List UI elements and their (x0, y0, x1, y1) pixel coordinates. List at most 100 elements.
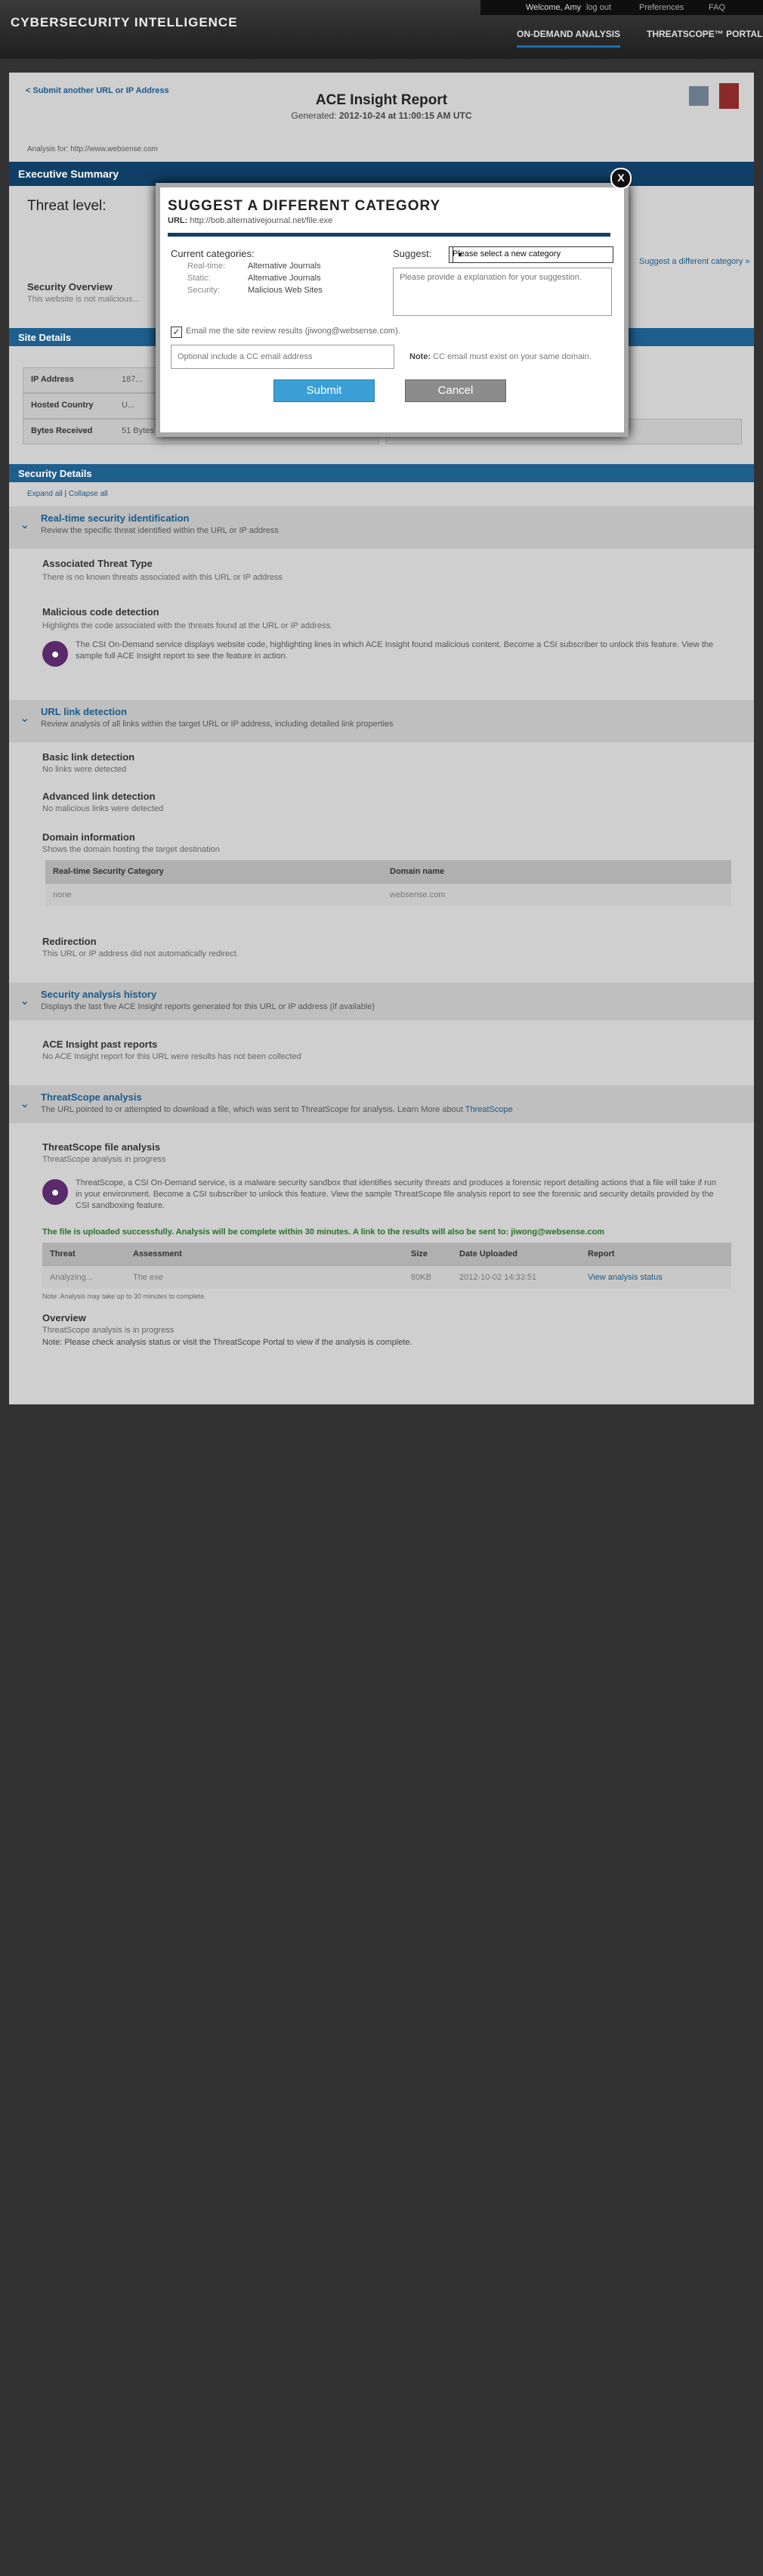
table-row: Analyzing... The exe 80KB 2012-10-02 14:… (42, 1265, 731, 1289)
chevron-down-icon: ▼ (453, 247, 467, 262)
generated-label: Generated: (291, 110, 337, 121)
executive-summary-title: Executive Summary (18, 168, 119, 180)
section-title: ThreatScope analysis (41, 1091, 142, 1103)
table-cell: 2012-10-02 14:33:51 (459, 1273, 537, 1282)
divider (168, 233, 610, 237)
malicious-code-title: Malicious code detection (42, 606, 159, 618)
threat-level-label: Threat level: (27, 198, 107, 214)
threat-level: Threat level: (27, 198, 107, 215)
malicious-code-info: ● The CSI On-Demand service displays web… (42, 638, 722, 673)
column-header: Real-time Security Category (53, 867, 164, 876)
cc-email-input[interactable] (171, 345, 394, 369)
dialog-url: URL: http://bob.alternativejournal.net/f… (168, 216, 332, 225)
collapse-all-link[interactable]: Collapse all (69, 490, 108, 498)
category-select-value: Please select a new category (453, 249, 561, 259)
table-cell: none (53, 890, 72, 899)
nav-on-demand-analysis[interactable]: ON-DEMAND ANALYSIS (517, 29, 621, 48)
column-header: Report (588, 1249, 615, 1259)
site-details-title: Site Details (18, 332, 72, 343)
security-value: Malicious Web Sites (248, 286, 323, 295)
security-details-header: Security Details (9, 464, 754, 482)
advanced-link-title: Advanced link detection (42, 791, 156, 802)
column-header: Domain name (390, 867, 445, 876)
cc-note-label: Note: (409, 352, 431, 361)
chevron-down-icon: ⌄ (20, 712, 30, 725)
faq-link[interactable]: FAQ (709, 3, 725, 12)
overview-text: ThreatScope analysis is in progress (42, 1326, 175, 1335)
category-select[interactable]: Please select a new category ▼ (449, 246, 613, 263)
section-title: Security analysis history (41, 989, 157, 1000)
threatscope-link[interactable]: ThreatScope (465, 1105, 513, 1114)
malicious-code-info-text: The CSI On-Demand service displays websi… (76, 640, 714, 661)
chevron-down-icon: ⌄ (20, 1098, 30, 1110)
site-detail-key: Hosted Country (31, 401, 94, 410)
cancel-button[interactable]: Cancel (405, 379, 506, 402)
explanation-textarea[interactable] (393, 268, 612, 316)
analysis-for: Analysis for: http://www.websense.com (27, 145, 158, 153)
cc-note-text: CC email must exist on your same domain. (433, 352, 592, 361)
section-title: URL link detection (41, 706, 127, 717)
close-icon[interactable]: X (610, 168, 632, 189)
site-detail-value: 51 Bytes (122, 426, 154, 435)
section-title: Real-time security identification (41, 512, 190, 524)
analysis-for-value: http://www.websense.com (70, 145, 158, 153)
lock-icon: ● (42, 1179, 68, 1205)
file-table-header: Threat Assessment Size Date Uploaded Rep… (42, 1243, 731, 1265)
domain-info-title: Domain information (42, 831, 135, 843)
preferences-link[interactable]: Preferences (639, 3, 684, 12)
logout-link[interactable]: log out (586, 3, 611, 12)
basic-link-text: No links were detected (42, 765, 127, 774)
email-results-checkbox[interactable]: ✓ (171, 327, 182, 338)
email-results-label: Email me the site review results (jiwong… (186, 327, 400, 336)
associated-threat-text: There is no known threats associated wit… (42, 573, 283, 582)
cc-note: Note: CC email must exist on your same d… (409, 352, 592, 361)
section-subtitle: The URL pointed to or attempted to downl… (41, 1105, 513, 1114)
site-detail-key: IP Address (31, 375, 74, 384)
current-categories-label: Current categories: (171, 248, 255, 259)
generated-value: 2012-10-24 at 11:00:15 AM UTC (338, 110, 472, 121)
section-security-history[interactable]: ⌄ Security analysis history Displays the… (9, 983, 754, 1020)
url-label: URL: (168, 216, 188, 225)
past-reports-text: No ACE Insight report for this URL were … (42, 1052, 301, 1061)
static-label: Static: (187, 274, 211, 283)
security-details-title: Security Details (18, 468, 92, 479)
ts-file-title: ThreatScope file analysis (42, 1141, 161, 1153)
nav-threatscope-portal[interactable]: THREATSCOPE™ PORTAL (647, 29, 763, 45)
section-realtime-security[interactable]: ⌄ Real-time security identification Revi… (9, 506, 754, 549)
print-icon[interactable] (689, 86, 709, 106)
table-cell: The exe (133, 1273, 163, 1282)
ts-info: ● ThreatScope, a CSI On-Demand service, … (42, 1176, 722, 1211)
security-overview-title: Security Overview (27, 281, 113, 293)
top-bar: CYBERSECURITY INTELLIGENCE Welcome, Amy … (0, 0, 763, 59)
domain-info-text: Shows the domain hosting the target dest… (42, 845, 220, 854)
view-analysis-status-link[interactable]: View analysis status (588, 1273, 663, 1282)
expand-all-link[interactable]: Expand all (27, 490, 63, 498)
site-detail-value: U... (122, 401, 135, 410)
table-row: none websense.com (45, 883, 731, 906)
pdf-icon[interactable] (719, 83, 739, 109)
section-subtitle: Review analysis of all links within the … (41, 720, 394, 729)
advanced-link-text: No malicious links were detected (42, 804, 164, 813)
realtime-value: Alternative Journals (248, 262, 321, 271)
domain-table-header: Real-time Security Category Domain name (45, 860, 731, 883)
section-subtitle: Displays the last five ACE Insight repor… (41, 1002, 375, 1011)
ts-file-text: ThreatScope analysis in progress (42, 1155, 166, 1164)
security-label: Security: (187, 286, 220, 295)
realtime-label: Real-time: (187, 262, 226, 271)
expand-collapse-controls: Expand all | Collapse all (27, 490, 108, 498)
suggest-category-link[interactable]: Suggest a different category » (639, 257, 750, 266)
column-header: Threat (50, 1249, 76, 1259)
column-header: Assessment (133, 1249, 182, 1259)
site-detail-value: 187... (122, 375, 143, 384)
chevron-down-icon: ⌄ (20, 995, 30, 1008)
security-overview-text: This website is not malicious... (27, 295, 140, 304)
section-subtitle-text: The URL pointed to or attempted to downl… (41, 1105, 463, 1114)
section-threatscope-analysis[interactable]: ⌄ ThreatScope analysis The URL pointed t… (9, 1085, 754, 1123)
section-url-link-detection[interactable]: ⌄ URL link detection Review analysis of … (9, 700, 754, 742)
submit-button[interactable]: Submit (273, 379, 375, 402)
page-title: ACE Insight Report (315, 92, 448, 108)
column-header: Size (411, 1249, 428, 1259)
redirection-title: Redirection (42, 936, 97, 947)
table-cell: 80KB (411, 1273, 431, 1282)
dialog-title: SUGGEST A DIFFERENT CATEGORY (168, 198, 441, 214)
